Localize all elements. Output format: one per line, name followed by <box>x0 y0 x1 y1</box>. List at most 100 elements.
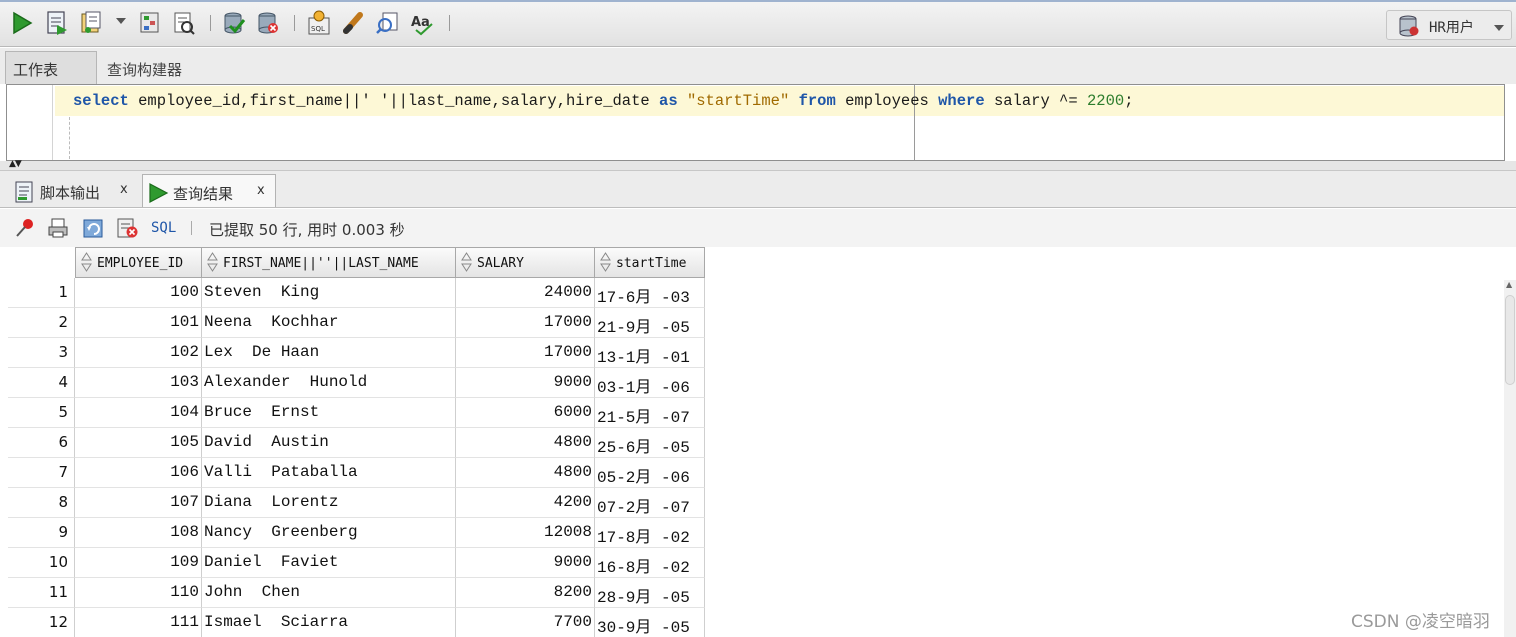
full-name-cell[interactable]: Valli Pataballa <box>202 458 456 488</box>
table-row[interactable]: 11 110 John Chen 8200 28-9月 -05 <box>8 578 708 608</box>
result-grid[interactable]: EMPLOYEE_ID FIRST_NAME||''||LAST_NAME SA… <box>8 247 1502 637</box>
full-name-cell[interactable]: Lex De Haan <box>202 338 456 368</box>
sql-link[interactable]: SQL <box>151 220 176 236</box>
scrollbar-thumb[interactable] <box>1505 295 1515 385</box>
start-time-cell[interactable]: 21-5月 -07 <box>595 398 705 428</box>
start-time-cell[interactable]: 13-1月 -01 <box>595 338 705 368</box>
employee-id-cell[interactable]: 109 <box>75 548 202 578</box>
table-row[interactable]: 4 103 Alexander Hunold 9000 03-1月 -06 <box>8 368 708 398</box>
sql-editor[interactable]: select employee_id,first_name||' '||last… <box>6 84 1505 161</box>
salary-cell[interactable]: 17000 <box>456 338 595 368</box>
salary-cell[interactable]: 6000 <box>456 398 595 428</box>
table-row[interactable]: 6 105 David Austin 4800 25-6月 -05 <box>8 428 708 458</box>
table-row[interactable]: 1 100 Steven King 24000 17-6月 -03 <box>8 278 708 308</box>
salary-cell[interactable]: 24000 <box>456 278 595 308</box>
employee-id-cell[interactable]: 101 <box>75 308 202 338</box>
refresh-icon[interactable] <box>82 217 106 243</box>
row-number-cell[interactable]: 5 <box>8 398 75 428</box>
table-row[interactable]: 8 107 Diana Lorentz 4200 07-2月 -07 <box>8 488 708 518</box>
start-time-cell[interactable]: 05-2月 -06 <box>595 458 705 488</box>
clear-icon[interactable] <box>341 10 365 36</box>
salary-cell[interactable]: 7700 <box>456 608 595 637</box>
sql-history-icon[interactable]: SQL <box>307 10 331 36</box>
row-number-cell[interactable]: 7 <box>8 458 75 488</box>
table-row[interactable]: 12 111 Ismael Sciarra 7700 30-9月 -05 <box>8 608 708 637</box>
full-name-cell[interactable]: Nancy Greenberg <box>202 518 456 548</box>
tab-query-builder[interactable]: 查询构建器 <box>107 59 182 80</box>
start-time-cell[interactable]: 16-8月 -02 <box>595 548 705 578</box>
table-row[interactable]: 2 101 Neena Kochhar 17000 21-9月 -05 <box>8 308 708 338</box>
run-script-icon[interactable] <box>45 10 69 36</box>
salary-cell[interactable]: 8200 <box>456 578 595 608</box>
explain-plan-icon[interactable] <box>138 10 162 36</box>
connection-selector[interactable]: HR用户 <box>1386 10 1512 40</box>
employee-id-cell[interactable]: 107 <box>75 488 202 518</box>
employee-id-cell[interactable]: 105 <box>75 428 202 458</box>
salary-cell[interactable]: 17000 <box>456 308 595 338</box>
employee-id-cell[interactable]: 102 <box>75 338 202 368</box>
sql-statement[interactable]: select employee_id,first_name||' '||last… <box>73 92 1134 110</box>
rollback-icon[interactable] <box>256 10 280 36</box>
start-time-cell[interactable]: 30-9月 -05 <box>595 608 705 637</box>
panel-splitter[interactable]: ▲▼ <box>0 159 1516 171</box>
tab-script-output[interactable]: 脚本输出 x <box>10 174 138 207</box>
employee-id-cell[interactable]: 104 <box>75 398 202 428</box>
vertical-scrollbar[interactable]: ▲ <box>1504 280 1516 637</box>
full-name-cell[interactable]: Diana Lorentz <box>202 488 456 518</box>
salary-cell[interactable]: 4800 <box>456 428 595 458</box>
row-number-cell[interactable]: 3 <box>8 338 75 368</box>
start-time-cell[interactable]: 17-6月 -03 <box>595 278 705 308</box>
start-time-cell[interactable]: 25-6月 -05 <box>595 428 705 458</box>
employee-id-cell[interactable]: 103 <box>75 368 202 398</box>
salary-cell[interactable]: 12008 <box>456 518 595 548</box>
row-number-cell[interactable]: 4 <box>8 368 75 398</box>
start-time-cell[interactable]: 07-2月 -07 <box>595 488 705 518</box>
employee-id-cell[interactable]: 111 <box>75 608 202 637</box>
collapse-expand-icon[interactable]: ▲▼ <box>9 159 22 169</box>
table-row[interactable]: 5 104 Bruce Ernst 6000 21-5月 -07 <box>8 398 708 428</box>
full-name-cell[interactable]: David Austin <box>202 428 456 458</box>
start-time-cell[interactable]: 17-8月 -02 <box>595 518 705 548</box>
column-header-start-time[interactable]: startTime <box>595 247 705 278</box>
full-name-cell[interactable]: Bruce Ernst <box>202 398 456 428</box>
full-name-cell[interactable]: Steven King <box>202 278 456 308</box>
employee-id-cell[interactable]: 106 <box>75 458 202 488</box>
row-number-cell[interactable]: 1 <box>8 278 75 308</box>
tab-worksheet[interactable]: 工作表 <box>5 51 97 84</box>
cancel-query-icon[interactable] <box>116 217 140 243</box>
row-number-cell[interactable]: 11 <box>8 578 75 608</box>
close-icon[interactable]: x <box>120 182 128 197</box>
full-name-cell[interactable]: Alexander Hunold <box>202 368 456 398</box>
close-icon[interactable]: x <box>257 183 265 198</box>
salary-cell[interactable]: 9000 <box>456 368 595 398</box>
start-time-cell[interactable]: 21-9月 -05 <box>595 308 705 338</box>
tab-query-result[interactable]: 查询结果 x <box>142 174 276 207</box>
row-number-cell[interactable]: 2 <box>8 308 75 338</box>
table-row[interactable]: 7 106 Valli Pataballa 4800 05-2月 -06 <box>8 458 708 488</box>
start-time-cell[interactable]: 03-1月 -06 <box>595 368 705 398</box>
column-header-employee-id[interactable]: EMPLOYEE_ID <box>75 247 202 278</box>
row-number-cell[interactable]: 9 <box>8 518 75 548</box>
salary-cell[interactable]: 4800 <box>456 458 595 488</box>
table-row[interactable]: 9 108 Nancy Greenberg 12008 17-8月 -02 <box>8 518 708 548</box>
start-time-cell[interactable]: 28-9月 -05 <box>595 578 705 608</box>
table-row[interactable]: 3 102 Lex De Haan 17000 13-1月 -01 <box>8 338 708 368</box>
dropdown-arrow-icon[interactable] <box>115 14 127 40</box>
row-number-cell[interactable]: 8 <box>8 488 75 518</box>
pin-icon[interactable] <box>14 217 36 243</box>
full-name-cell[interactable]: Neena Kochhar <box>202 308 456 338</box>
employee-id-cell[interactable]: 100 <box>75 278 202 308</box>
salary-cell[interactable]: 4200 <box>456 488 595 518</box>
salary-cell[interactable]: 9000 <box>456 548 595 578</box>
sql-tuning-icon[interactable] <box>172 10 196 36</box>
employee-id-cell[interactable]: 108 <box>75 518 202 548</box>
find-icon[interactable] <box>375 10 399 36</box>
row-number-cell[interactable]: 12 <box>8 608 75 637</box>
full-name-cell[interactable]: Daniel Faviet <box>202 548 456 578</box>
row-number-cell[interactable]: 10 <box>8 548 75 578</box>
run-statement-icon[interactable] <box>10 10 34 36</box>
format-icon[interactable]: Aa <box>410 10 434 36</box>
commit-icon[interactable] <box>222 10 246 36</box>
employee-id-cell[interactable]: 110 <box>75 578 202 608</box>
scroll-up-icon[interactable]: ▲ <box>1506 280 1512 289</box>
